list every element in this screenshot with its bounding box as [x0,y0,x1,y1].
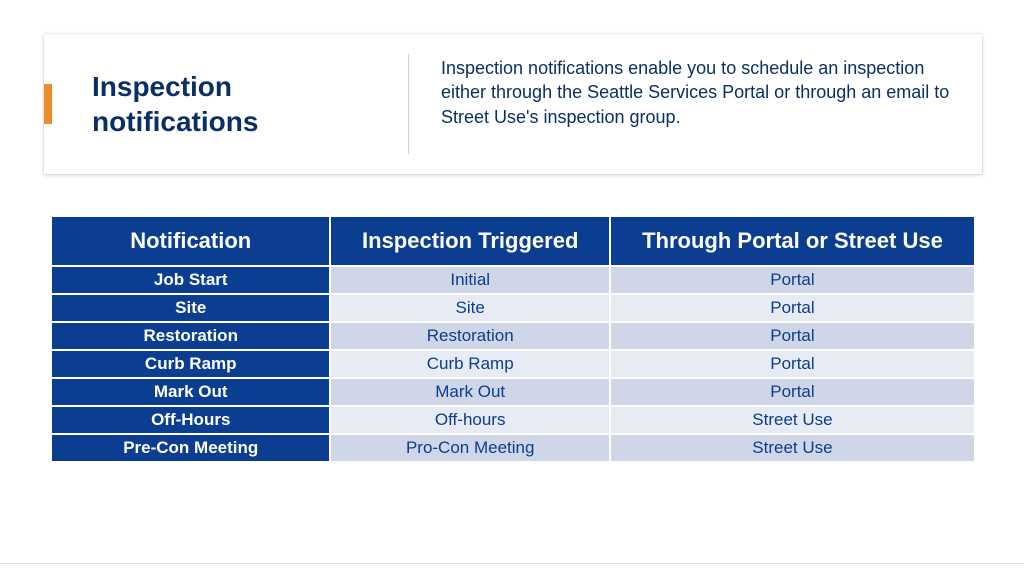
col-via: Through Portal or Street Use [610,216,975,266]
page-description: Inspection notifications enable you to s… [441,56,954,129]
header-divider [408,54,409,154]
notifications-table: Notification Inspection Triggered Throug… [50,215,976,463]
header-right: Inspection notifications enable you to s… [413,34,982,174]
table-header-row: Notification Inspection Triggered Throug… [51,216,975,266]
footer-divider [0,563,1024,564]
cell-notification: Pre-Con Meeting [51,434,330,462]
header-card: Inspection notifications Inspection noti… [44,34,982,174]
cell-notification: Restoration [51,322,330,350]
cell-notification: Site [51,294,330,322]
cell-via: Street Use [610,434,975,462]
table-row: Off-Hours Off-hours Street Use [51,406,975,434]
cell-notification: Mark Out [51,378,330,406]
cell-triggered: Pro-Con Meeting [330,434,609,462]
cell-via: Portal [610,294,975,322]
cell-via: Portal [610,322,975,350]
cell-triggered: Curb Ramp [330,350,609,378]
cell-triggered: Off-hours [330,406,609,434]
table-row: Job Start Initial Portal [51,266,975,294]
slide: Inspection notifications Inspection noti… [0,0,1024,576]
cell-notification: Curb Ramp [51,350,330,378]
table-row: Pre-Con Meeting Pro-Con Meeting Street U… [51,434,975,462]
table-row: Site Site Portal [51,294,975,322]
table-row: Mark Out Mark Out Portal [51,378,975,406]
cell-via: Portal [610,378,975,406]
cell-triggered: Mark Out [330,378,609,406]
cell-notification: Off-Hours [51,406,330,434]
col-triggered: Inspection Triggered [330,216,609,266]
header-left: Inspection notifications [44,34,404,174]
cell-via: Street Use [610,406,975,434]
cell-triggered: Initial [330,266,609,294]
cell-triggered: Restoration [330,322,609,350]
col-notification: Notification [51,216,330,266]
table-row: Restoration Restoration Portal [51,322,975,350]
table-row: Curb Ramp Curb Ramp Portal [51,350,975,378]
accent-bar [44,84,52,124]
table-body: Job Start Initial Portal Site Site Porta… [51,266,975,462]
cell-via: Portal [610,350,975,378]
cell-triggered: Site [330,294,609,322]
cell-via: Portal [610,266,975,294]
cell-notification: Job Start [51,266,330,294]
page-title: Inspection notifications [92,69,404,139]
